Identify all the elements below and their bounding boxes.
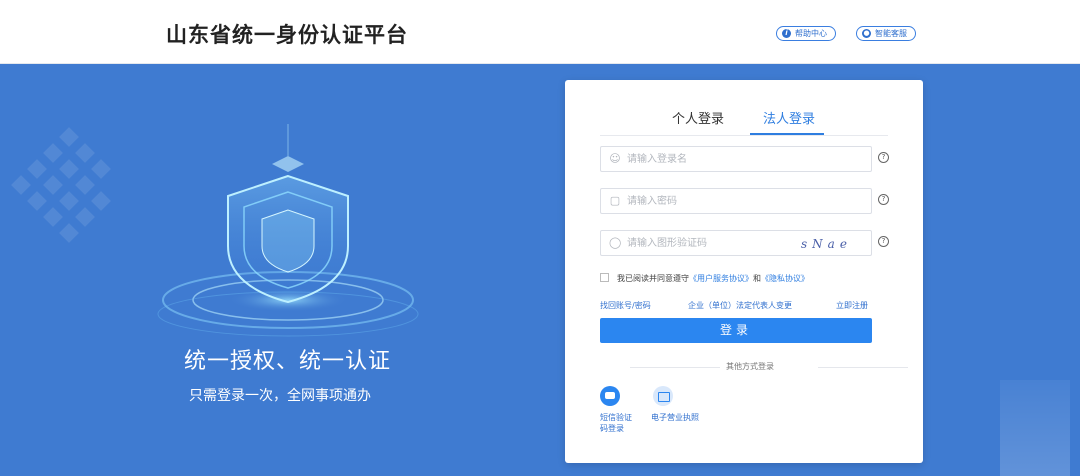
id-card-icon: [653, 386, 673, 406]
robot-icon: ●: [862, 29, 871, 38]
password-field[interactable]: ▢: [600, 188, 872, 214]
lock-icon: ▢: [609, 194, 621, 207]
agree-checkbox[interactable]: [600, 273, 609, 282]
agree-and: 和: [753, 274, 761, 283]
divider-line: [818, 367, 908, 368]
privacy-agreement-link[interactable]: 《隐私协议》: [761, 274, 809, 283]
login-card: 个人登录 法人登录 ☺ ? ▢ ? ◯ sNae ? 我已阅读并同意遵守《用户服…: [565, 80, 923, 463]
tab-legal-login[interactable]: 法人登录: [763, 108, 815, 127]
login-button[interactable]: 登录: [600, 318, 872, 343]
active-tab-indicator: [750, 133, 824, 135]
username-input[interactable]: [627, 151, 797, 168]
shield-illustration: [157, 124, 419, 337]
password-input[interactable]: [627, 193, 797, 210]
agree-prefix: 我已阅读并同意遵守: [617, 274, 689, 283]
sub-slogan: 只需登录一次，全网事项通办: [189, 388, 371, 404]
login-tabs: 个人登录 法人登录: [600, 102, 888, 136]
help-center-button[interactable]: i 帮助中心: [776, 26, 836, 41]
legal-rep-change-link[interactable]: 企业（单位）法定代表人变更: [688, 300, 792, 311]
tab-personal-login[interactable]: 个人登录: [672, 108, 724, 127]
divider-line: [630, 367, 720, 368]
top-header: 山东省统一身份认证平台 i 帮助中心 ● 智能客服: [0, 0, 1080, 64]
captcha-image[interactable]: sNae: [801, 234, 867, 254]
smart-service-button[interactable]: ● 智能客服: [856, 26, 916, 41]
message-icon: [600, 386, 620, 406]
captcha-help-icon[interactable]: ?: [878, 236, 889, 247]
other-methods-label: 其他方式登录: [726, 362, 774, 371]
register-link[interactable]: 立即注册: [836, 300, 868, 311]
captcha-input[interactable]: [627, 235, 797, 252]
page-title: 山东省统一身份认证平台: [166, 23, 408, 47]
building-decoration: [1000, 380, 1070, 476]
user-icon: ☺: [609, 152, 621, 165]
password-help-icon[interactable]: ?: [878, 194, 889, 205]
shield-check-icon: ◯: [609, 236, 622, 249]
recover-account-link[interactable]: 找回账号/密码: [600, 300, 651, 311]
help-center-label: 帮助中心: [795, 29, 827, 38]
account-links: 找回账号/密码 企业（单位）法定代表人变更 立即注册: [600, 300, 872, 312]
other-methods-divider: 其他方式登录: [600, 361, 908, 373]
sms-login-label: 短信验证码登录: [600, 413, 632, 433]
username-help-icon[interactable]: ?: [878, 152, 889, 163]
smart-service-label: 智能客服: [875, 29, 907, 38]
username-field[interactable]: ☺: [600, 146, 872, 172]
info-icon: i: [782, 29, 791, 38]
user-service-agreement-link[interactable]: 《用户服务协议》: [689, 274, 753, 283]
slogan: 统一授权、统一认证: [184, 349, 392, 374]
agreement-row: 我已阅读并同意遵守《用户服务协议》和《隐私协议》: [600, 273, 809, 284]
captcha-field[interactable]: ◯ sNae: [600, 230, 872, 256]
business-license-label: 电子营业执照: [651, 413, 699, 422]
